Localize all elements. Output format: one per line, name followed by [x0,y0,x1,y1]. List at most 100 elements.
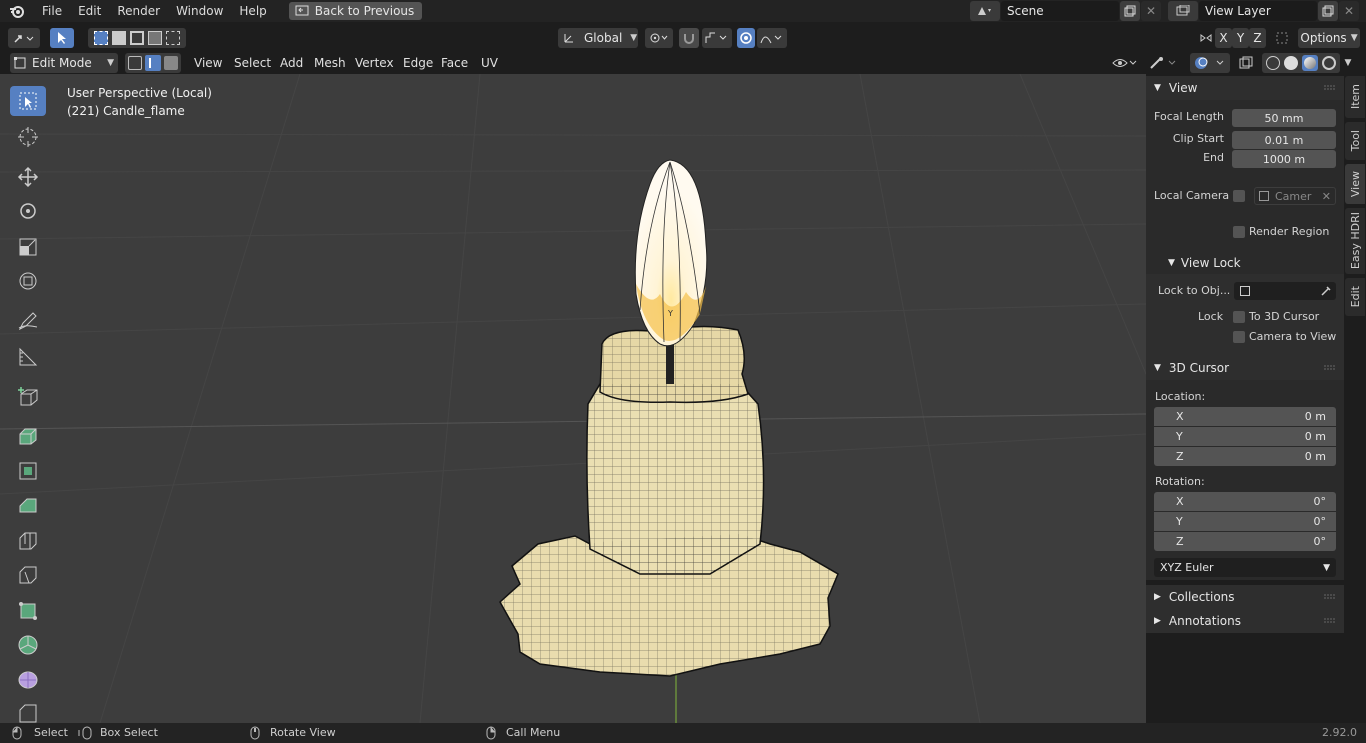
material-shading-icon[interactable] [1302,55,1318,71]
render-region-checkbox[interactable] [1233,226,1245,238]
mirror-toggle-button[interactable] [1196,28,1216,48]
rendered-shading-icon[interactable] [1322,56,1336,70]
overlays-dropdown[interactable] [1190,53,1230,73]
solid-shading-icon[interactable] [1284,56,1298,70]
bevel-tool[interactable] [10,490,46,520]
location-z-field[interactable]: Z 0 m [1154,447,1336,466]
rotation-y-field[interactable]: Y 0° [1154,512,1336,531]
menu-help[interactable]: Help [231,0,274,22]
mirror-x-toggle[interactable]: X [1215,28,1232,48]
close-icon[interactable]: ✕ [1322,190,1331,203]
menu-vertex[interactable]: Vertex [355,53,394,73]
editor-type-button[interactable] [8,28,40,48]
view-panel-header[interactable]: ▼ View [1146,76,1344,100]
eyedropper-icon[interactable] [1320,285,1332,297]
drag-grip-icon[interactable] [1324,84,1336,92]
clip-end-field[interactable]: 1000 m [1232,150,1336,168]
tab-edit[interactable]: Edit [1345,278,1365,316]
menu-add[interactable]: Add [280,53,303,73]
rotation-z-field[interactable]: Z 0° [1154,532,1336,551]
transform-orientation-dropdown[interactable]: Global ▼ [558,28,638,48]
measure-tool[interactable] [10,342,46,372]
edge-select-icon[interactable] [145,55,161,71]
visibility-dropdown[interactable] [1110,53,1140,73]
3d-viewport[interactable]: Y User Perspective (Local) (221) Candle_… [0,74,1146,723]
menu-mesh[interactable]: Mesh [314,53,346,73]
location-x-field[interactable]: X 0 m [1154,407,1336,426]
collections-panel-header[interactable]: ▶ Collections [1146,585,1344,609]
mirror-y-toggle[interactable]: Y [1232,28,1249,48]
back-to-previous-button[interactable]: Back to Previous [288,2,423,20]
transform-tool[interactable] [10,266,46,296]
rotation-x-field[interactable]: X 0° [1154,492,1336,511]
menu-edit[interactable]: Edit [70,0,109,22]
scene-name-field[interactable]: Scene [1001,1,1119,21]
topology-mirror-button[interactable] [1272,28,1292,48]
spin-tool[interactable] [10,630,46,660]
cursor-tool[interactable] [10,122,46,152]
select-box-tool[interactable] [10,86,46,116]
gizmo-dropdown[interactable] [1146,53,1182,73]
drag-grip-icon[interactable] [1324,364,1336,372]
inset-tool[interactable] [10,456,46,486]
menu-file[interactable]: File [34,0,70,22]
knife-tool[interactable] [10,560,46,590]
rotate-tool[interactable] [10,196,46,226]
menu-edge[interactable]: Edge [403,53,433,73]
snap-toggle-button[interactable] [679,28,699,48]
shading-options-dropdown[interactable]: ▼ [1340,53,1356,73]
mode-dropdown[interactable]: Edit Mode ▼ [10,53,118,73]
select-new-icon[interactable] [94,31,108,45]
smooth-tool[interactable] [10,664,46,694]
proportional-falloff-dropdown[interactable] [757,28,787,48]
menu-view[interactable]: View [194,53,222,73]
menu-face[interactable]: Face [441,53,468,73]
new-scene-button[interactable] [1120,1,1140,21]
scene-selector-button[interactable] [970,1,1000,21]
drag-grip-icon[interactable] [1324,617,1336,625]
delete-scene-button[interactable]: ✕ [1141,1,1161,21]
select-extend-icon[interactable] [112,31,126,45]
3d-cursor-panel-header[interactable]: ▼ 3D Cursor [1146,356,1344,380]
add-cube-tool[interactable] [10,382,46,412]
xray-toggle-button[interactable] [1236,53,1256,73]
focal-length-field[interactable]: 50 mm [1232,109,1336,127]
mirror-z-toggle[interactable]: Z [1249,28,1266,48]
proportional-editing-button[interactable] [737,28,755,48]
location-y-field[interactable]: Y 0 m [1154,427,1336,446]
tab-item[interactable]: Item [1345,76,1365,118]
pivot-point-dropdown[interactable] [645,28,673,48]
annotate-tool[interactable] [10,306,46,336]
annotations-panel-header[interactable]: ▶ Annotations [1146,609,1344,633]
camera-to-view-checkbox[interactable] [1233,331,1245,343]
view-layer-selector-button[interactable] [1168,1,1198,21]
options-dropdown[interactable]: Options ▼ [1298,28,1360,48]
new-view-layer-button[interactable] [1318,1,1338,21]
tab-easy-hdri[interactable]: Easy HDRI [1345,208,1365,274]
lock-to-object-field[interactable] [1234,282,1336,300]
view-layer-field[interactable]: View Layer [1199,1,1317,21]
tab-view[interactable]: View [1345,164,1365,204]
menu-render[interactable]: Render [109,0,168,22]
tweak-tool-button[interactable] [50,28,74,48]
snap-target-dropdown[interactable] [702,28,732,48]
move-tool[interactable] [10,162,46,192]
extrude-tool[interactable] [10,420,46,450]
blender-logo-icon[interactable] [0,4,34,18]
lock-to-3d-cursor-checkbox[interactable] [1233,311,1245,323]
select-intersect-icon[interactable] [166,31,180,45]
menu-uv[interactable]: UV [481,53,498,73]
drag-grip-icon[interactable] [1324,593,1336,601]
delete-view-layer-button[interactable]: ✕ [1339,1,1359,21]
select-subtract-icon[interactable] [130,31,144,45]
rotation-mode-dropdown[interactable]: XYZ Euler ▼ [1154,558,1336,577]
wireframe-shading-icon[interactable] [1266,56,1280,70]
clip-start-field[interactable]: 0.01 m [1232,131,1336,149]
vertex-select-icon[interactable] [128,56,142,70]
select-invert-icon[interactable] [148,31,162,45]
face-select-icon[interactable] [164,56,178,70]
menu-select[interactable]: Select [234,53,271,73]
local-camera-checkbox[interactable] [1233,190,1245,202]
poly-build-tool[interactable] [10,596,46,626]
local-camera-field[interactable]: Camer ✕ [1254,187,1336,205]
